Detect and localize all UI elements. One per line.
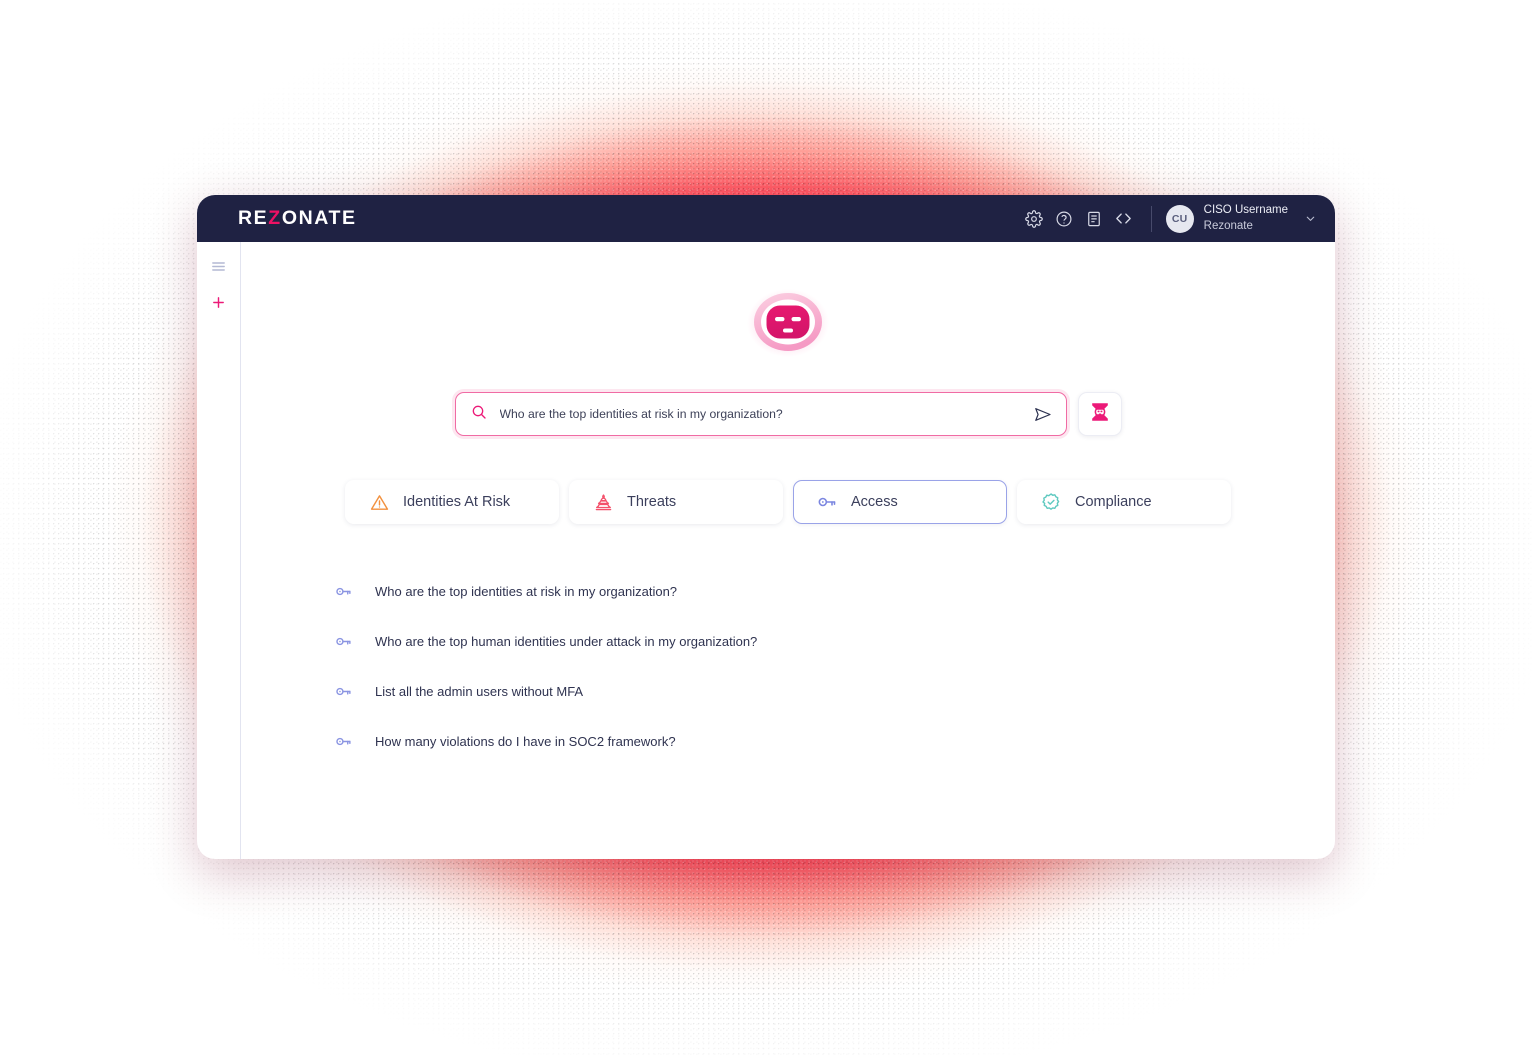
top-bar-actions: CU CISO Username Rezonate xyxy=(1019,203,1321,233)
suggestion-label: How many violations do I have in SOC2 fr… xyxy=(375,733,676,749)
main-content: Identities At Risk Threats xyxy=(241,242,1335,859)
list-item[interactable]: How many violations do I have in SOC2 fr… xyxy=(333,716,1335,766)
help-circle-icon[interactable] xyxy=(1049,204,1079,234)
suggestion-list: Who are the top identities at risk in my… xyxy=(241,566,1335,766)
tab-label: Access xyxy=(851,494,898,510)
badge-check-icon xyxy=(1040,492,1062,512)
search-row xyxy=(241,392,1335,436)
tab-identities-at-risk[interactable]: Identities At Risk xyxy=(345,480,559,524)
category-tabs: Identities At Risk Threats Access Compli… xyxy=(241,480,1335,524)
warning-triangle-icon xyxy=(368,493,390,512)
search-icon xyxy=(471,404,487,425)
gear-icon[interactable] xyxy=(1019,204,1049,234)
logo-prefix: RE xyxy=(238,207,269,229)
assistant-button[interactable] xyxy=(1077,392,1122,436)
suggestion-label: Who are the top human identities under a… xyxy=(375,633,758,649)
key-icon xyxy=(333,683,353,700)
bot-avatar-icon xyxy=(241,288,1335,358)
search-box[interactable] xyxy=(454,392,1067,436)
top-bar: REZONATE CU CISO Username Rezonate xyxy=(197,195,1335,242)
sidebar xyxy=(197,242,241,859)
plus-icon[interactable] xyxy=(211,295,226,310)
key-icon xyxy=(816,492,838,512)
threat-bug-icon xyxy=(592,493,614,512)
menu-icon[interactable] xyxy=(210,258,227,275)
top-bar-divider xyxy=(1150,205,1152,232)
tab-label: Threats xyxy=(627,494,677,510)
list-item[interactable]: Who are the top identities at risk in my… xyxy=(333,566,1335,616)
logo-suffix: ONATE xyxy=(281,207,357,229)
list-item[interactable]: List all the admin users without MFA xyxy=(333,666,1335,716)
app-logo[interactable]: REZONATE xyxy=(238,207,357,230)
tab-label: Identities At Risk xyxy=(403,494,511,510)
suggestion-label: List all the admin users without MFA xyxy=(375,683,584,699)
tab-label: Compliance xyxy=(1075,494,1152,510)
document-icon[interactable] xyxy=(1079,204,1109,234)
suggestion-label: Who are the top identities at risk in my… xyxy=(375,583,678,599)
logo-accent-letter: Z xyxy=(268,207,282,229)
user-menu[interactable]: CU CISO Username Rezonate xyxy=(1165,203,1321,233)
app-body: Identities At Risk Threats xyxy=(197,242,1335,859)
key-icon xyxy=(333,583,353,600)
bot-icon xyxy=(1088,400,1112,429)
tab-compliance[interactable]: Compliance xyxy=(1017,480,1231,524)
chevron-down-icon[interactable] xyxy=(1304,212,1317,225)
tab-access[interactable]: Access xyxy=(793,480,1007,524)
tab-threats[interactable]: Threats xyxy=(569,480,783,524)
avatar: CU xyxy=(1165,204,1194,233)
send-icon[interactable] xyxy=(1025,405,1052,424)
key-icon xyxy=(333,733,353,750)
key-icon xyxy=(333,633,353,650)
search-input[interactable] xyxy=(486,406,1025,422)
user-name: CISO Username xyxy=(1203,204,1288,217)
user-info: CISO Username Rezonate xyxy=(1204,203,1288,233)
code-icon[interactable] xyxy=(1109,204,1139,234)
user-org: Rezonate xyxy=(1203,219,1253,232)
list-item[interactable]: Who are the top human identities under a… xyxy=(333,616,1335,666)
app-window: REZONATE CU CISO Username Rezonate Who a… xyxy=(197,195,1335,859)
screenshot-stage: REZONATE CU CISO Username Rezonate Who a… xyxy=(0,0,1532,1055)
